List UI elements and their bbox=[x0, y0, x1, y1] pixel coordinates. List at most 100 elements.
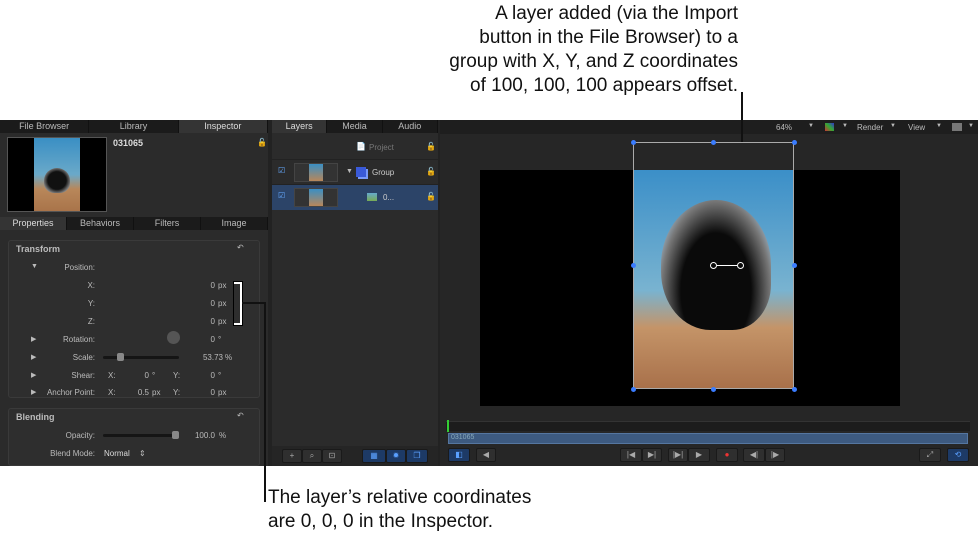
color-channels-icon[interactable] bbox=[825, 123, 834, 131]
chevron-down-icon[interactable]: ▼ bbox=[890, 123, 896, 129]
zoom-level[interactable]: 64% bbox=[776, 123, 792, 132]
anchor-point-icon[interactable] bbox=[710, 262, 717, 269]
slider-knob[interactable] bbox=[172, 431, 179, 439]
gear-icon[interactable]: ✹ bbox=[386, 449, 406, 463]
chevron-down-icon[interactable]: ▼ bbox=[808, 123, 814, 129]
opacity-value[interactable]: 100.0 bbox=[189, 431, 215, 440]
object-name: 031065 bbox=[113, 138, 144, 148]
group-icon bbox=[356, 167, 366, 177]
transform-handle[interactable] bbox=[792, 263, 797, 268]
tab-file-browser[interactable]: File Browser bbox=[0, 120, 90, 133]
position-x-value[interactable]: 0 bbox=[189, 281, 215, 290]
anchor-y-value[interactable]: 0 bbox=[189, 388, 215, 397]
tab-filters[interactable]: Filters bbox=[134, 217, 201, 230]
tab-media[interactable]: Media bbox=[327, 120, 383, 133]
rotation-value[interactable]: 0 bbox=[189, 335, 215, 344]
group-label: Group bbox=[372, 168, 395, 177]
lock-icon[interactable]: 🔓 bbox=[257, 138, 267, 147]
chevron-down-icon[interactable]: ▼ bbox=[936, 123, 942, 129]
disclosure-open-icon[interactable]: ▼ bbox=[346, 168, 353, 175]
updown-icon[interactable]: ⇕ bbox=[139, 449, 146, 458]
unit: px bbox=[218, 281, 227, 290]
tab-properties[interactable]: Properties bbox=[0, 217, 67, 230]
shear-y-value[interactable]: 0 bbox=[189, 371, 215, 380]
render-menu[interactable]: Render bbox=[857, 123, 883, 132]
transform-handle[interactable] bbox=[631, 140, 636, 145]
record-icon[interactable]: ● bbox=[716, 448, 738, 462]
scale-value[interactable]: 53.73 bbox=[189, 353, 223, 362]
anchor-x-value[interactable]: 0.5 bbox=[119, 388, 149, 397]
clip-label: 031065 bbox=[451, 434, 475, 441]
unit: px bbox=[218, 317, 227, 326]
checkbox-checked[interactable]: ☑ bbox=[278, 166, 285, 175]
rotation-dial[interactable] bbox=[167, 331, 180, 344]
layers-icon[interactable]: ❐ bbox=[406, 449, 428, 463]
loop-icon[interactable]: ⟲ bbox=[947, 448, 969, 462]
lock-icon[interactable]: 🔓 bbox=[426, 142, 436, 151]
import-icon[interactable]: ⊡ bbox=[322, 449, 342, 463]
section-title: Blending bbox=[16, 412, 55, 422]
rotation-handle[interactable] bbox=[737, 262, 744, 269]
lock-icon[interactable]: 🔓 bbox=[426, 192, 436, 201]
reset-icon[interactable]: ↶ bbox=[237, 243, 244, 252]
chevron-down-icon[interactable]: ▼ bbox=[968, 123, 974, 129]
scale-slider[interactable] bbox=[103, 353, 179, 361]
opacity-slider[interactable] bbox=[103, 431, 179, 439]
view-menu[interactable]: View bbox=[908, 123, 925, 132]
go-to-start-icon[interactable]: |◀ bbox=[620, 448, 642, 462]
transform-handle[interactable] bbox=[711, 140, 716, 145]
timeline-ruler[interactable] bbox=[446, 421, 970, 431]
fullscreen-icon[interactable]: ⤢ bbox=[919, 448, 941, 462]
callout-line: group with X, Y, and Z coordinates bbox=[449, 51, 738, 72]
play-range-icon[interactable]: |▶| bbox=[668, 448, 688, 462]
lock-icon[interactable]: 🔓 bbox=[426, 167, 436, 176]
play-icon[interactable]: ▶ bbox=[688, 448, 710, 462]
tab-audio[interactable]: Audio bbox=[383, 120, 438, 133]
y-label: Y: bbox=[87, 299, 95, 308]
position-y-value[interactable]: 0 bbox=[189, 299, 215, 308]
step-back-icon[interactable]: ◀| bbox=[743, 448, 765, 462]
x-label: X: bbox=[108, 371, 116, 380]
transform-handle[interactable] bbox=[792, 387, 797, 392]
layer-row-group[interactable]: ☑ ▼ Group 🔓 bbox=[272, 160, 438, 185]
transform-handle[interactable] bbox=[631, 263, 636, 268]
tab-inspector[interactable]: Inspector bbox=[178, 120, 268, 133]
grid-icon[interactable]: ▦ bbox=[362, 449, 386, 463]
tab-library[interactable]: Library bbox=[89, 120, 179, 133]
timeline-clip[interactable]: 031065 bbox=[448, 433, 968, 444]
inspector-tabs: Properties Behaviors Filters Image bbox=[0, 217, 268, 230]
transform-handle[interactable] bbox=[631, 387, 636, 392]
chevron-down-icon[interactable]: ▼ bbox=[842, 123, 848, 129]
layer-row-selected[interactable]: ☑ 0... 🔓 bbox=[272, 185, 438, 210]
transform-handle[interactable] bbox=[792, 140, 797, 145]
reset-icon[interactable]: ↶ bbox=[237, 411, 244, 420]
tab-image[interactable]: Image bbox=[201, 217, 268, 230]
unit: px bbox=[152, 388, 161, 397]
playhead[interactable] bbox=[447, 420, 449, 432]
blend-mode-label: Blend Mode: bbox=[50, 449, 95, 458]
toggle-panel-icon[interactable]: ◧ bbox=[448, 448, 470, 462]
disclosure-icon[interactable]: ▶ bbox=[31, 353, 36, 361]
disclosure-icon[interactable]: ▶ bbox=[31, 371, 36, 379]
tab-behaviors[interactable]: Behaviors bbox=[67, 217, 134, 230]
add-icon[interactable]: + bbox=[282, 449, 302, 463]
go-to-end-icon[interactable]: ▶| bbox=[642, 448, 662, 462]
layer-thumbnail bbox=[294, 188, 338, 207]
checkbox-checked[interactable]: ☑ bbox=[278, 191, 285, 200]
slider-knob[interactable] bbox=[116, 353, 124, 361]
layout-icon[interactable] bbox=[952, 123, 962, 131]
disclosure-open-icon[interactable]: ▼ bbox=[31, 263, 38, 270]
anchor-point-label: Anchor Point: bbox=[46, 388, 95, 397]
search-icon[interactable]: ⌕ bbox=[302, 449, 322, 463]
step-forward-icon[interactable]: |▶ bbox=[765, 448, 785, 462]
audio-icon[interactable]: ◀ bbox=[476, 448, 496, 462]
project-icon: 📄 bbox=[356, 142, 366, 151]
blend-mode-select[interactable]: Normal bbox=[104, 449, 130, 458]
transform-handle[interactable] bbox=[711, 387, 716, 392]
shear-x-value[interactable]: 0 bbox=[119, 371, 149, 380]
project-row[interactable]: 📄 Project 🔓 bbox=[272, 136, 438, 160]
position-z-value[interactable]: 0 bbox=[189, 317, 215, 326]
y-label: Y: bbox=[173, 388, 181, 397]
tab-layers[interactable]: Layers bbox=[272, 120, 328, 133]
disclosure-icon[interactable]: ▶ bbox=[31, 335, 36, 343]
